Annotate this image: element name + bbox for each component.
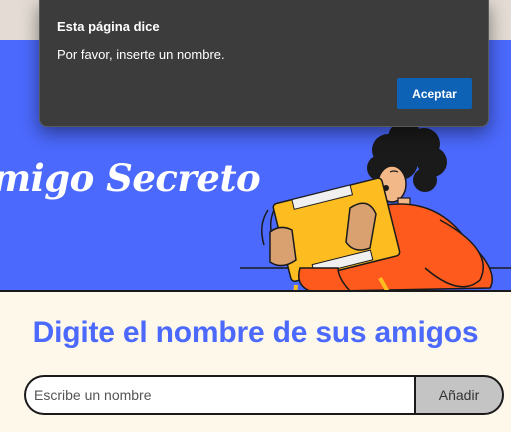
alert-dialog-message: Por favor, inserte un nombre. (57, 47, 225, 62)
hero-title: migo Secreto (0, 156, 261, 200)
add-friend-button[interactable]: Añadir (414, 375, 504, 415)
main-content: Digite el nombre de sus amigos Añadir (0, 292, 511, 432)
friend-name-input[interactable] (24, 375, 419, 415)
person-holding-gift-illustration (240, 121, 511, 291)
browser-viewport: migo Secreto Digite el nombre de sus ami… (0, 0, 511, 432)
alert-dialog-title: Esta página dice (57, 19, 160, 34)
alert-ok-button[interactable]: Aceptar (397, 78, 472, 109)
section-title: Digite el nombre de sus amigos (32, 316, 479, 349)
alert-dialog: Esta página dice Por favor, inserte un n… (39, 0, 489, 127)
